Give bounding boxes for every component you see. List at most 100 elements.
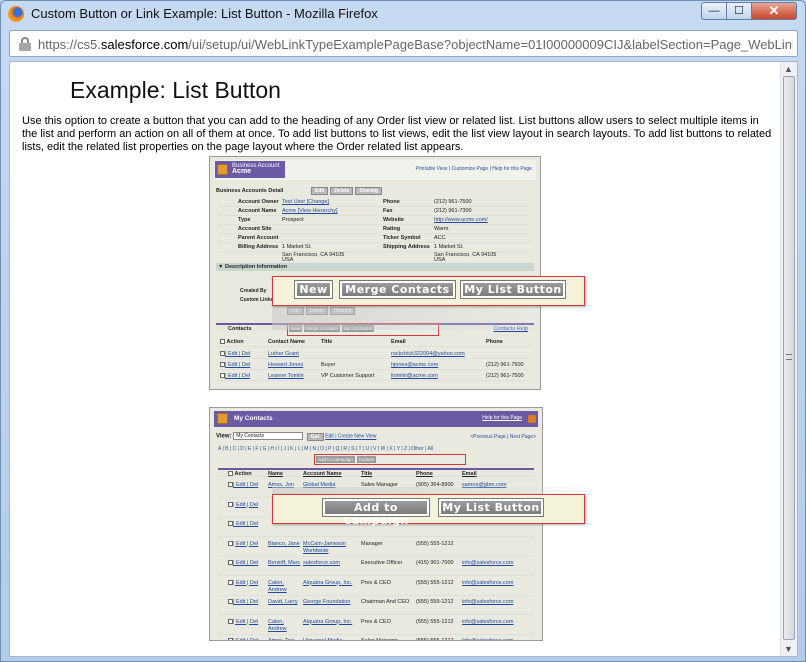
url-text[interactable]: https://cs5.salesforce.com/ui/setup/ui/W… [38,37,793,52]
contact-row: | Edit | Del Howard Jones Buyer hjones@acme… [218,361,532,370]
list-col-headers: Action Name Account Name Title Phone Ema… [218,468,534,477]
row-title: Executive Officer [361,560,403,566]
mini-add-campaign-button: Add to Campaign [316,456,355,463]
mini-custom-button: Custom [356,456,377,463]
field-value: Prospect [282,217,304,223]
contacts-title: Contacts [228,326,252,332]
firefox-logo-icon [8,6,24,22]
paging-links: <Previous Page | Next Page> [470,434,536,440]
contacts-col-headers: Action Contact Name Title Email Phone [218,338,532,347]
detail-field-row: Account Name Acme [View Hierarchy] Fax (212… [218,207,532,216]
detail-title: Business Accounts Detail [216,188,284,194]
row-phone: (555) 555-1212 [416,579,454,586]
row-actions: | Edit | Del [233,579,259,586]
field-label: Parent Account [238,235,279,241]
row-title: Sales Manager [361,638,398,641]
field-value-2: (212) 961-7300 [434,208,472,214]
vertical-scrollbar[interactable]: ▲ ▼ [780,62,797,656]
view-select: My Contacts [233,432,304,440]
callout-fan-1 [272,302,537,330]
row-email: info@salesforce.com [462,579,514,586]
list-view-header: My Contacts Help for this Page [214,411,538,427]
view-selector-row: View: My Contacts Go! Edit | Create New … [216,432,376,441]
row-phone: (555) 555-1212 [416,638,454,641]
row-name: Calen, Andrew [268,579,287,593]
field-label: Account Site [238,226,272,232]
field-label-2: Website [383,217,404,223]
contact-phone: (212) 961-7500 [486,362,524,368]
row-phone: (555) 555-1212 [416,599,454,605]
field-value-2: ACC [434,235,446,241]
row-actions: | Edit | Del [233,618,259,625]
sf-record-name: Acme [232,168,252,175]
scroll-down-icon[interactable]: ▼ [784,644,793,654]
row-title: Chairman And CEO [361,599,410,605]
close-button[interactable]: ✕ [751,2,797,20]
field-value: Test User [Change] [282,199,330,205]
edit-create-links: Edit | Create New View [325,433,377,440]
contact-row: | Edit | Del Luther Grant rockchick322004@… [218,350,532,359]
list-view-title: My Contacts [234,415,273,422]
row-actions: | Edit | Del [225,351,251,357]
address-bar[interactable]: https://cs5.salesforce.com/ui/setup/ui/W… [9,30,798,57]
view-label: View: [216,433,232,440]
row-phone: (415) 901-7000 [416,560,454,566]
row-actions: | Edit | Del [233,540,259,547]
callout-my-list-button-2: My List Button [438,498,544,517]
maximize-button[interactable]: ☐ [726,2,752,20]
callout-add-to-campaign-button: Add to Campaign [322,498,430,527]
list-help-link: Help for this Page [482,415,522,421]
contact-row: | Edit | Del Leanne Tomlin VP Customer Sup… [218,372,532,381]
detail-field-row: Type Prospect Website http://www.acme.com/ [218,216,532,225]
list-row: | Edit | Del Benioff, Marc salesforce.com E… [218,558,534,576]
row-email: info@salesforce.com [462,560,514,566]
row-phone: (555) 555-1212 [416,618,454,625]
url-path: /ui/setup/ui/WebLinkTypeExamplePageBase?… [188,37,793,52]
field-value-2: (212) 961-7500 [434,199,472,205]
contact-name: Leanne Tomlin [268,373,304,379]
detail-field-row: Parent Account Ticker Symbol ACC [218,234,532,243]
contact-email: hjones@acme.com [391,362,439,368]
list-row: | Edit | Del Calen, Andrew Alquatra Group,… [218,617,534,635]
field-label-2: Rating [383,226,401,232]
description-section-header: ▼ Description Information [216,263,534,271]
row-account: George Foundation [303,599,351,605]
contact-title: VP Customer Support [321,373,375,379]
row-name: Benioff, Marc [268,560,301,566]
scroll-thumb[interactable] [783,76,795,640]
grip-icon [786,354,792,360]
sf-title-block: Business Account Acme [215,161,285,178]
row-name: Calen, Andrew [268,618,287,632]
row-account: Alquatra Group, Inc. [303,618,353,625]
row-title: Pres & CEO [361,618,391,625]
list-row: | Edit | Del Calen, Andrew Alquatra Group,… [218,578,534,596]
page-description: Use this option to create a button that … [22,115,772,153]
row-account: Universal Media [303,638,343,641]
col-email: Email [391,339,406,345]
delete-pill: Delete [330,187,354,195]
row-email: info@salesforce.com [462,618,514,625]
alpha-filter: A | B | C | D | E | F | G | H | I | J | … [218,446,434,452]
callout-new-button: New [294,280,333,299]
row-email: info@salesforce.com [462,638,514,641]
row-actions: | Edit | Del [233,560,259,566]
sharing-pill: Sharing [355,187,382,195]
contact-email: rockchick322004@yahoo.com [391,351,465,357]
page-title: Example: List Button [70,77,281,103]
title-bar: Custom Button or Link Example: List Butt… [1,1,805,27]
description-section-label: Description Information [224,264,288,270]
contact-email: ltomlin@acme.com [391,373,438,379]
row-account: Alquatra Group, Inc. [303,579,353,586]
window-title: Custom Button or Link Example: List Butt… [31,6,378,21]
contacts-icon [217,413,228,424]
row-email: info@salesforce.com [462,599,514,605]
field-value-2: Warm [434,226,449,232]
row-actions: | Edit | Del [233,638,259,641]
callout-my-list-button: My List Button [460,280,566,299]
col-phone: Phone [486,339,503,345]
contact-title: Buyer [321,362,336,368]
sf-page-header: Business Account Acme Printable View | C… [214,160,536,180]
minimize-button[interactable]: — [701,2,727,20]
account-folder-icon [217,164,228,175]
scroll-up-icon[interactable]: ▲ [784,64,793,74]
